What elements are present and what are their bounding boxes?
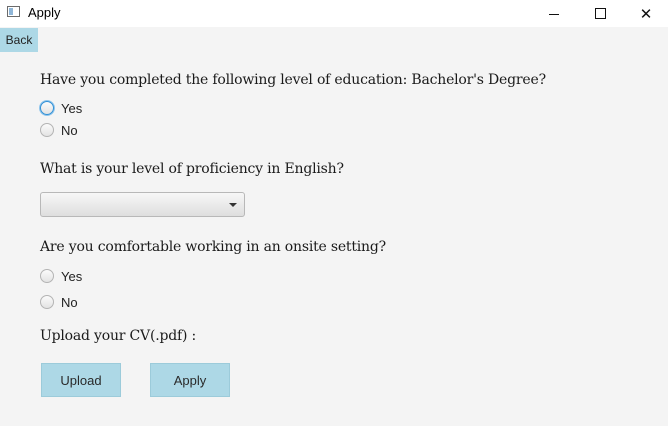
- radio-button[interactable]: [40, 269, 54, 283]
- onsite-question: Are you comfortable working in an onsite…: [40, 239, 386, 255]
- back-button[interactable]: Back: [0, 28, 38, 52]
- radio-button-focused[interactable]: [40, 101, 54, 115]
- radio-button[interactable]: [40, 123, 54, 137]
- maximize-button[interactable]: [577, 0, 623, 27]
- english-proficiency-question: What is your level of proficiency in Eng…: [40, 161, 344, 177]
- title-bar: Apply ✕: [0, 0, 668, 27]
- radio-button[interactable]: [40, 295, 54, 309]
- maximize-icon: [594, 8, 606, 19]
- app-window-icon: [7, 6, 20, 17]
- english-proficiency-dropdown[interactable]: [40, 192, 245, 217]
- close-button[interactable]: ✕: [623, 0, 668, 27]
- radio-label: Yes: [61, 268, 83, 284]
- education-question: Have you completed the following level o…: [40, 72, 546, 88]
- education-yes-radio[interactable]: Yes: [40, 100, 82, 116]
- onsite-yes-radio[interactable]: Yes: [40, 268, 82, 284]
- radio-label: No: [61, 294, 78, 310]
- chevron-down-icon: [229, 203, 237, 207]
- upload-button[interactable]: Upload: [41, 363, 121, 397]
- radio-label: Yes: [61, 100, 83, 116]
- cv-upload-label: Upload your CV(.pdf) :: [40, 328, 196, 344]
- apply-button[interactable]: Apply: [150, 363, 230, 397]
- radio-label: No: [61, 122, 78, 138]
- close-icon: ✕: [639, 5, 653, 23]
- minimize-icon: [549, 14, 559, 15]
- onsite-no-radio[interactable]: No: [40, 294, 78, 310]
- education-no-radio[interactable]: No: [40, 122, 78, 138]
- window-title: Apply: [28, 5, 61, 20]
- minimize-button[interactable]: [531, 0, 577, 27]
